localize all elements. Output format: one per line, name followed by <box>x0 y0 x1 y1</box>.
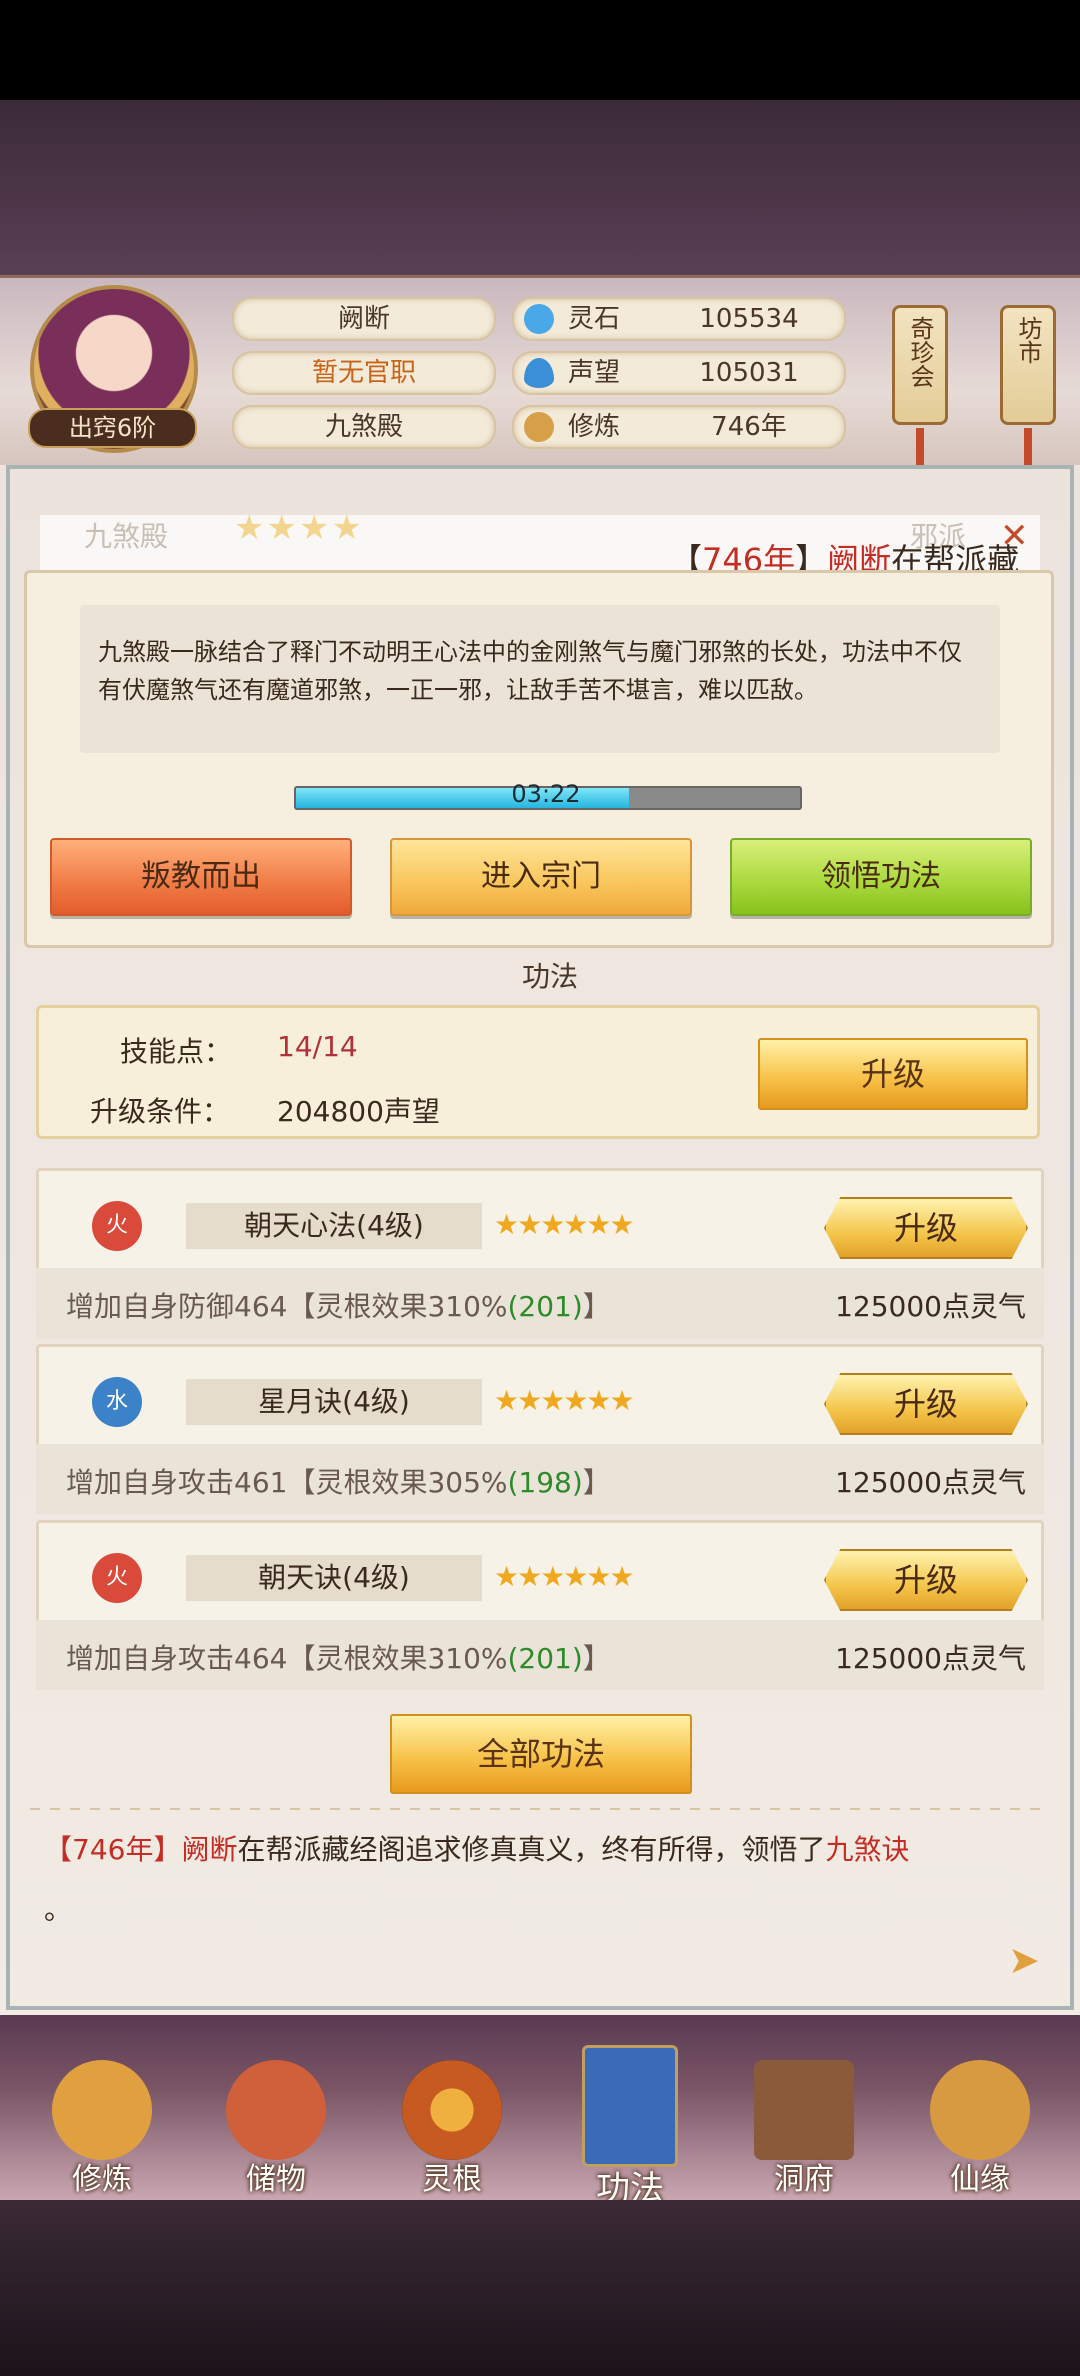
skill-upgrade-button[interactable]: 升级 <box>824 1373 1028 1435</box>
upgrade-condition-value: 204800声望 <box>277 1095 440 1128</box>
spirit-root-icon <box>402 2060 502 2160</box>
skill-stars: ★★★★★★ <box>494 1208 635 1241</box>
scene-background <box>0 100 1080 280</box>
nav-item-cultivate[interactable]: 修炼 <box>42 2060 162 2198</box>
skill-name: 朝天心法(4级) <box>186 1203 482 1249</box>
fire-element-icon: 火 <box>92 1201 142 1251</box>
skill-name: 星月诀(4级) <box>186 1379 482 1425</box>
tassel-left <box>916 428 924 468</box>
skill-stars: ★★★★★★ <box>494 1560 635 1593</box>
skill-book-icon <box>582 2045 678 2167</box>
skill-cost: 125000点灵气 <box>835 1642 1026 1675</box>
skill-name: 朝天诀(4级) <box>186 1555 482 1601</box>
status-bar <box>0 0 1080 100</box>
cultivation-stat: 修炼 746年 <box>512 405 846 449</box>
skill-stars: ★★★★★★ <box>494 1384 635 1417</box>
faded-sect-name: 九煞殿 <box>84 520 169 553</box>
skill-points-value: 14/14 <box>277 1030 358 1063</box>
skills-section-title: 功法 <box>521 960 578 993</box>
player-name: 阙断 <box>232 297 496 341</box>
event-log: 【746年】阙断在帮派藏经阁追求修真真义，终有所得，领悟了九煞诀。 <box>44 1833 910 1926</box>
fire-element-icon: 火 <box>92 1553 142 1603</box>
nav-item-cave[interactable]: 洞府 <box>744 2060 864 2198</box>
skill-cost: 125000点灵气 <box>835 1466 1026 1499</box>
skill-effect: 增加自身防御464【灵根效果310%(201)】 <box>66 1290 611 1323</box>
skill-upgrade-button[interactable]: 升级 <box>824 1549 1028 1611</box>
cultivate-icon <box>52 2060 152 2160</box>
enter-sect-button[interactable]: 进入宗门 <box>390 838 692 916</box>
water-element-icon: 水 <box>92 1377 142 1427</box>
tassel-right <box>1024 428 1032 468</box>
nav-item-skills[interactable]: 功法 <box>570 2045 690 2210</box>
skill-effect: 增加自身攻击461【灵根效果305%(198)】 <box>66 1466 611 1499</box>
log-divider <box>30 1808 1050 1810</box>
leave-sect-button[interactable]: 叛教而出 <box>50 838 352 916</box>
prestige-stat: 声望 105031 <box>512 351 846 395</box>
bottom-nav-bar <box>0 2015 1080 2200</box>
skill-effect: 增加自身攻击464【灵根效果310%(201)】 <box>66 1642 611 1675</box>
spirit-stone-stat: 灵石 105534 <box>512 297 846 341</box>
skill-cost: 125000点灵气 <box>835 1290 1026 1323</box>
close-icon[interactable]: ✕ <box>1000 516 1029 556</box>
timer-text: 03:22 <box>511 780 581 808</box>
bottom-background <box>0 2200 1080 2376</box>
spirit-stone-icon <box>524 304 554 334</box>
storage-bag-icon <box>226 2060 326 2160</box>
faded-stars: ★★★★ <box>234 508 364 548</box>
sect-name: 九煞殿 <box>232 405 496 449</box>
nav-item-storage[interactable]: 储物 <box>216 2060 336 2198</box>
official-title: 暂无官职 <box>232 351 496 395</box>
cave-house-icon <box>754 2060 854 2160</box>
prestige-flame-icon <box>524 358 554 388</box>
treasure-fair-label: 奇珍会 <box>906 316 934 388</box>
market-scroll[interactable]: 坊市 <box>1000 305 1056 425</box>
all-skills-button[interactable]: 全部功法 <box>390 1714 692 1794</box>
next-arrow-icon[interactable]: ➤ <box>1008 1938 1040 1982</box>
skill-upgrade-button[interactable]: 升级 <box>824 1197 1028 1259</box>
upgrade-points-button[interactable]: 升级 <box>758 1038 1028 1110</box>
upgrade-condition-label: 升级条件： <box>90 1095 231 1128</box>
treasure-fair-scroll[interactable]: 奇珍会 <box>892 305 948 425</box>
skill-points-label: 技能点： <box>120 1035 233 1068</box>
immortal-gourd-icon <box>930 2060 1030 2160</box>
nav-item-spirit-root[interactable]: 灵根 <box>392 2060 512 2198</box>
learn-skill-button[interactable]: 领悟功法 <box>730 838 1032 916</box>
market-label: 坊市 <box>1014 316 1042 364</box>
sect-description: 九煞殿一脉结合了释门不动明王心法中的金刚煞气与魔门邪煞的长处，功法中不仅有伏魔煞… <box>80 605 1000 753</box>
nav-item-fate[interactable]: 仙缘 <box>920 2060 1040 2198</box>
rank-badge: 出窍6阶 <box>28 408 197 448</box>
meditation-icon <box>524 412 554 442</box>
